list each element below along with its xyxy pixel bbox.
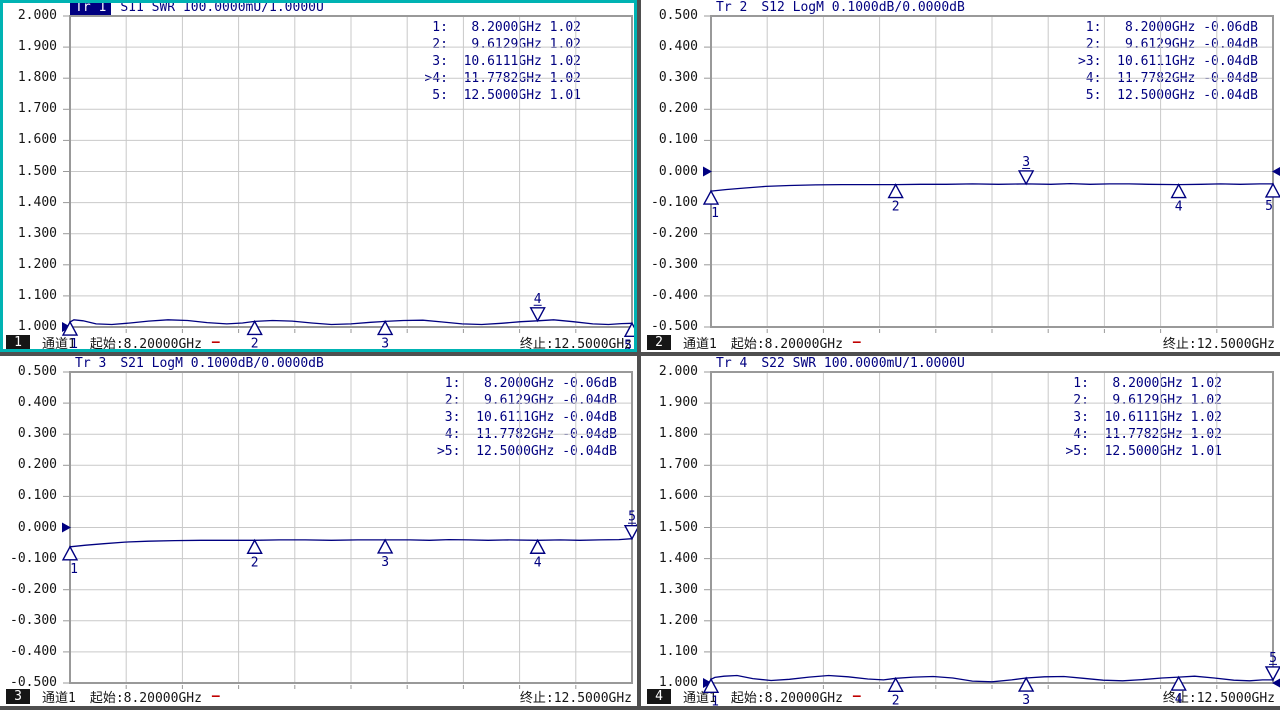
marker-triangle[interactable] <box>63 547 77 560</box>
marker-triangle[interactable] <box>531 540 545 553</box>
plot-area: 1 2 3 4 5 <box>0 0 637 352</box>
marker-triangle[interactable] <box>248 540 262 553</box>
marker-number-label: 4 <box>1175 692 1183 706</box>
marker-number-label: 3 <box>1022 693 1030 706</box>
marker-triangle[interactable] <box>889 185 903 198</box>
marker-triangle[interactable] <box>889 678 903 691</box>
marker-triangle[interactable] <box>1172 185 1186 198</box>
marker-number-label: 1 <box>70 562 78 577</box>
marker-number-label: 3 <box>381 336 389 351</box>
marker-number-label: 3 <box>1022 155 1030 170</box>
marker-number-label: 5 <box>628 510 636 525</box>
plot-area: 1 2 3 4 5 <box>641 0 1280 352</box>
marker-number-label: 2 <box>251 555 259 570</box>
marker-number-label: 5 <box>1269 651 1277 666</box>
marker-triangle-active[interactable] <box>625 526 637 539</box>
marker-number-label: 4 <box>534 292 542 307</box>
marker-triangle[interactable] <box>704 191 718 204</box>
plot-area: 1 2 3 4 5 <box>641 356 1280 706</box>
channel-window[interactable]: 0.5000.4000.3000.2000.1000.000-0.100-0.2… <box>0 356 637 706</box>
marker-triangle[interactable] <box>1266 184 1280 197</box>
marker-triangle-active[interactable] <box>1019 171 1033 184</box>
plot-area: 1 2 3 4 5 <box>0 356 637 706</box>
marker-number-label: 1 <box>711 206 719 221</box>
marker-number-label: 1 <box>711 694 719 706</box>
marker-triangle[interactable] <box>378 540 392 553</box>
marker-number-label: 4 <box>534 555 542 570</box>
marker-number-label: 2 <box>892 200 900 215</box>
marker-number-label: 5 <box>624 338 632 352</box>
channel-window[interactable]: 0.5000.4000.3000.2000.1000.000-0.100-0.2… <box>641 0 1280 352</box>
marker-number-label: 2 <box>251 336 259 351</box>
marker-number-label: 5 <box>1265 199 1273 214</box>
vna-screen: 2.0001.9001.8001.7001.6001.5001.4001.300… <box>0 0 1280 710</box>
marker-number-label: 1 <box>70 337 78 352</box>
channel-window[interactable]: 2.0001.9001.8001.7001.6001.5001.4001.300… <box>641 356 1280 706</box>
marker-number-label: 3 <box>381 555 389 570</box>
channel-window[interactable]: 2.0001.9001.8001.7001.6001.5001.4001.300… <box>0 0 637 352</box>
marker-triangle-active[interactable] <box>531 308 545 321</box>
marker-number-label: 4 <box>1175 200 1183 215</box>
marker-triangle[interactable] <box>1019 678 1033 691</box>
marker-triangle-active[interactable] <box>1266 667 1280 680</box>
marker-number-label: 2 <box>892 693 900 706</box>
